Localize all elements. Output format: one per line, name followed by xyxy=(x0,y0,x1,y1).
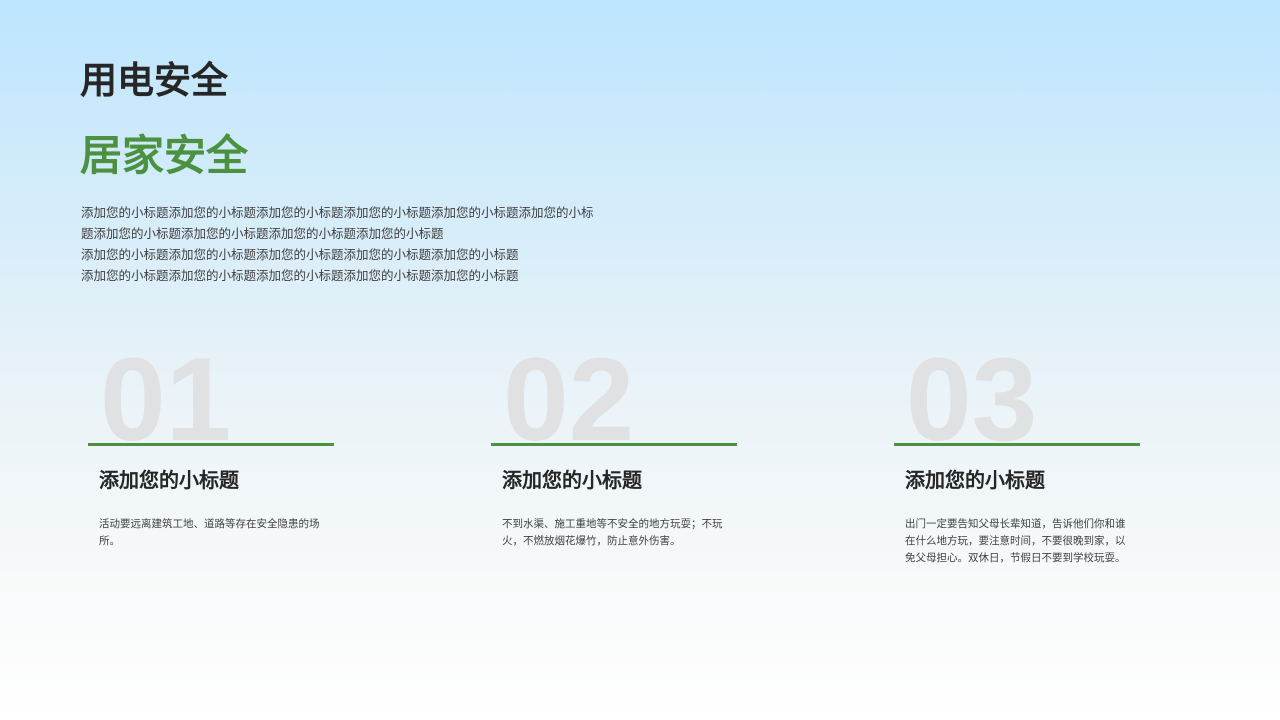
slide-subtitle: 居家安全 xyxy=(80,131,249,180)
card-number: 01 xyxy=(100,350,232,445)
card-heading: 添加您的小标题 xyxy=(502,468,642,492)
card-text: 不到水渠、施工重地等不安全的地方玩耍；不玩火，不燃放烟花爆竹，防止意外伤害。 xyxy=(502,518,723,547)
card-heading: 添加您的小标题 xyxy=(99,468,239,492)
card-divider xyxy=(491,443,737,446)
card-01: 01 添加您的小标题 活动要远离建筑工地、道路等存在安全隐患的场所。 xyxy=(88,350,338,610)
intro-line: 添加您的小标题添加您的小标题添加您的小标题添加您的小标题添加您的小标题 xyxy=(81,268,519,283)
intro-line: 添加您的小标题添加您的小标题添加您的小标题添加您的小标题添加您的小标题 xyxy=(81,247,519,262)
slide: 用电安全 居家安全 添加您的小标题添加您的小标题添加您的小标题添加您的小标题添加… xyxy=(0,0,1280,720)
intro-paragraph: 添加您的小标题添加您的小标题添加您的小标题添加您的小标题添加您的小标题添加您的小… xyxy=(81,202,641,286)
card-divider xyxy=(88,443,334,446)
intro-line: 添加您的小标题添加您的小标题添加您的小标题添加您的小标题添加您的小标题添加您的小… xyxy=(81,205,594,220)
card-03: 03 添加您的小标题 出门一定要告知父母长辈知道，告诉他们你和谁在什么地方玩，要… xyxy=(894,350,1144,610)
card-02: 02 添加您的小标题 不到水渠、施工重地等不安全的地方玩耍；不玩火，不燃放烟花爆… xyxy=(491,350,741,610)
card-text: 出门一定要告知父母长辈知道，告诉他们你和谁在什么地方玩，要注意时间，不要很晚到家… xyxy=(905,518,1126,564)
card-heading: 添加您的小标题 xyxy=(905,468,1045,492)
card-number: 03 xyxy=(906,350,1038,445)
card-divider xyxy=(894,443,1140,446)
slide-title: 用电安全 xyxy=(80,59,228,102)
intro-line: 题添加您的小标题添加您的小标题添加您的小标题添加您的小标题 xyxy=(81,226,444,241)
card-number: 02 xyxy=(503,350,635,445)
card-text: 活动要远离建筑工地、道路等存在安全隐患的场所。 xyxy=(99,518,320,547)
